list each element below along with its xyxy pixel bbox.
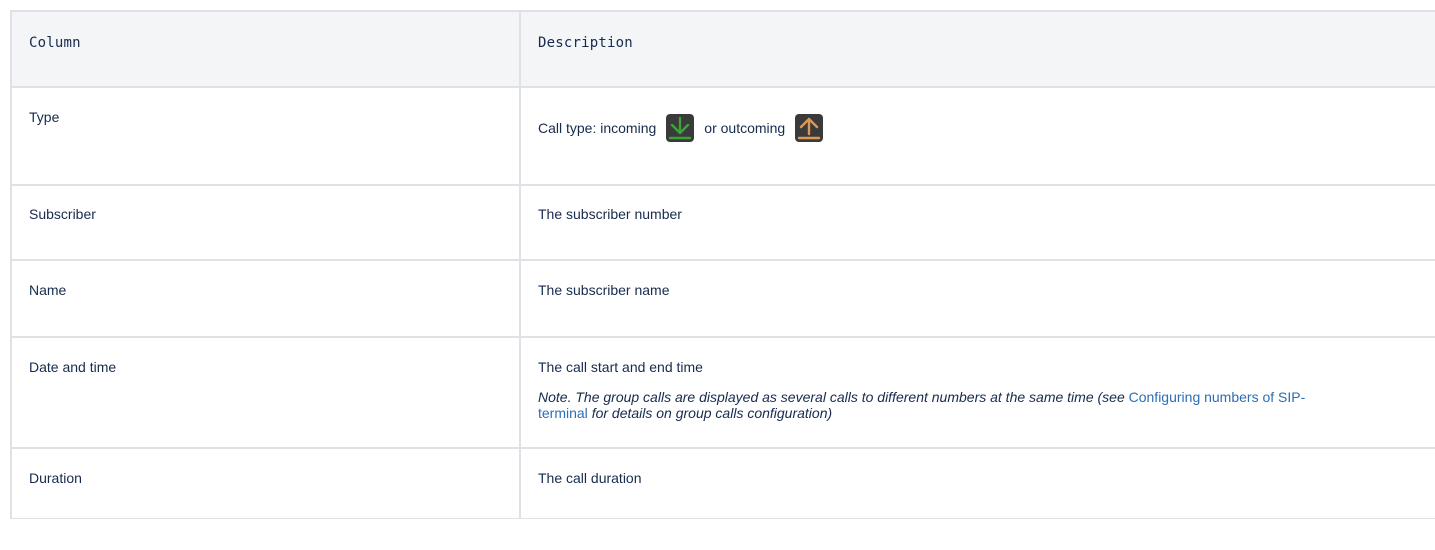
table-row: Subscriber The subscriber number [10, 184, 1435, 261]
row-column-cell: Duration [10, 447, 521, 519]
row-column-cell: Subscriber [10, 184, 521, 261]
type-description-prefix: Call type: incoming [538, 120, 657, 136]
note-text-before: Note. The group calls are displayed as s… [538, 389, 1125, 405]
outgoing-call-icon [795, 114, 824, 142]
table-row: Duration The call duration [10, 447, 1435, 519]
table-row: Name The subscriber name [10, 259, 1435, 338]
row-description-cell: The call start and end time Note. The gr… [519, 336, 1435, 449]
row-column-cell: Type [10, 86, 521, 186]
note-text-after: for details on group calls configuration… [591, 405, 833, 421]
date-description: The call start and end time [538, 359, 703, 375]
row-column-cell: Date and time [10, 336, 521, 449]
table-row: Type Call type: incoming or outcoming [10, 86, 1435, 186]
row-description-cell: The subscriber number [519, 184, 1435, 261]
type-description-mid: or outcoming [704, 120, 786, 136]
table-header-row: Column Description [10, 10, 1435, 88]
row-description-cell: Call type: incoming or outcoming [519, 86, 1435, 186]
incoming-call-icon [666, 114, 695, 142]
row-column-cell: Name [10, 259, 521, 338]
group-calls-note: Note. The group calls are displayed as s… [538, 389, 1338, 421]
row-description-cell: The call duration [519, 447, 1435, 519]
column-header: Column [10, 10, 521, 88]
columns-table-container: Column Description Type Call type: incom… [10, 10, 1435, 550]
columns-table: Column Description Type Call type: incom… [10, 10, 1435, 519]
table-row: Date and time The call start and end tim… [10, 336, 1435, 449]
description-header: Description [519, 10, 1435, 88]
row-description-cell: The subscriber name [519, 259, 1435, 338]
